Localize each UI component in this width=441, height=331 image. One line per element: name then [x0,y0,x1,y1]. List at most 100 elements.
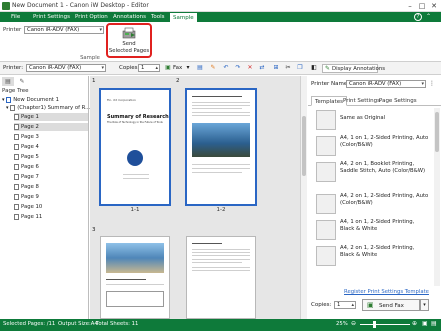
scrollbar-thumb[interactable] [435,112,439,152]
toolbar-copies-label: Copies: [119,65,140,71]
template-item[interactable]: A4, 1 on 1, 2-Sided Printing, Auto (Colo… [316,134,432,158]
p4-line [192,243,222,244]
tree-page-8[interactable]: Page 8 [14,183,39,191]
toolbar-printer-value: Canon iR-ADV (FAX) [29,65,82,71]
send-label-line2: Selected Pages [108,48,150,54]
right-printer-value: Canon iR-ADV (FAX) [349,81,402,87]
highlight-icon[interactable]: ◧ [310,64,318,72]
tree-page-5[interactable]: Page 5 [14,153,39,161]
toolbar-copies-input[interactable]: 1 ▴ [138,64,160,72]
toolbar-fax-label: Fax [173,65,183,71]
thumb-page-3[interactable] [100,236,170,319]
close-button[interactable]: ✕ [428,1,440,11]
fit-page-icon[interactable]: ▣ [422,320,428,327]
send-label-line1: Send [122,41,136,47]
p4-line [192,249,250,250]
insert-icon[interactable]: ⊞ [272,64,280,72]
thumbnail-scrollbar[interactable] [300,76,307,319]
template-item[interactable]: Same as Original [316,108,432,132]
tree-page-9[interactable]: Page 9 [14,193,39,201]
tree-document[interactable]: ▾ New Document 1 [2,96,59,104]
template-label: A4, 1 on 1, 2-Sided Printing, Black & Wh… [340,219,415,232]
p3-table [106,291,164,307]
tree-page-1[interactable]: Page 1 [14,113,88,121]
tree-page-4[interactable]: Page 4 [14,143,39,151]
ribbon-printer-select[interactable]: Canon iR-ADV (FAX) ▾ [24,26,104,34]
menu-file[interactable]: File [8,12,23,22]
template-label: A4, 2 on 1, 2-Sided Printing, Auto (Colo… [340,193,429,206]
booklet-icon [316,162,336,182]
template-item[interactable]: A4, 2 on 1, 2-Sided Printing, Black & Wh… [316,244,432,268]
edit-icon[interactable]: ✎ [209,64,217,72]
template-item[interactable]: A4, 2 on 1, Booklet Printing, Saddle Sti… [316,160,432,184]
template-item[interactable]: A4, 1 on 1, 2-Sided Printing, Black & Wh… [316,218,432,242]
minimize-button[interactable]: – [404,1,416,11]
maximize-button[interactable]: □ [416,1,428,11]
rotate-right-icon[interactable]: ↷ [234,64,242,72]
right-printer-select[interactable]: Canon iR-ADV (FAX) ▾ [346,80,426,88]
thumb-number-1: 1 [92,78,96,84]
tree-page-7[interactable]: Page 7 [14,173,39,181]
printer-properties-icon[interactable]: ⋮ [429,80,435,87]
p2-line [192,108,242,109]
menu-tools[interactable]: Tools [148,12,168,22]
register-template-link[interactable]: Register Print Settings Template [344,289,429,295]
p1-subtitle: The Role of Technology in the Future of … [107,121,163,124]
ribbon-printer-label: Printer [3,27,22,33]
scissors-icon[interactable]: ✂ [284,64,292,72]
document-icon [316,110,336,130]
annotation-list-tab-icon[interactable]: ✎ [16,77,28,86]
spinner-icon: ▴ [155,65,158,71]
tree-page-label: Page 5 [21,154,39,160]
page-setup-icon[interactable]: ▤ [196,64,204,72]
tree-page-10[interactable]: Page 10 [14,203,42,211]
page-icon [14,213,19,220]
send-fax-dropdown-icon[interactable]: ▾ [420,299,429,311]
toolbar-printer-select[interactable]: Canon iR-ADV (FAX) ▾ [26,64,106,72]
copy-icon[interactable]: ❐ [296,64,304,72]
thumb-page-2[interactable] [186,89,256,205]
scrollbar-thumb[interactable] [302,116,306,176]
move-icon[interactable]: ⇄ [258,64,266,72]
menu-print-option[interactable]: Print Option [72,12,111,22]
zoom-slider-thumb[interactable] [373,321,376,328]
templates-scrollbar[interactable] [434,108,440,286]
zoom-slider[interactable] [360,324,410,325]
menu-print-settings[interactable]: Print Settings [30,12,73,22]
zoom-out-icon[interactable]: ⊖ [351,320,356,327]
tree-page-11[interactable]: Page 11 [14,213,42,221]
page-icon [14,133,19,140]
thumb-page-1[interactable]: Fin. XX Corporation Summary of Research … [100,89,170,205]
settings-tabs: Templates Print Settings Page Settings [308,96,441,106]
chevron-down-icon[interactable]: ▾ [184,64,192,72]
display-annotations-button[interactable]: ✎ Display Annotations [322,64,385,73]
right-copies-input[interactable]: 1 ▴ [334,301,356,309]
menu-sample[interactable]: Sample [169,12,198,22]
tree-page-6[interactable]: Page 6 [14,163,39,171]
p2-line [192,102,250,103]
ribbon-collapse-icon[interactable]: ⌃ [426,13,431,20]
zoom-in-icon[interactable]: ⊕ [412,320,417,327]
menu-annotations[interactable]: Annotations [110,12,149,22]
fit-width-icon[interactable]: ▤ [431,320,437,327]
help-icon[interactable]: ? [414,13,422,21]
duplex-2on1-icon [316,194,336,214]
status-total-sheets: Total Sheets: 11 [96,321,139,327]
spinner-icon: ▴ [351,302,354,308]
fax-icon[interactable]: ▣ [164,64,172,72]
thumb-page-4[interactable] [186,236,256,319]
rotate-left-icon[interactable]: ↶ [222,64,230,72]
chevron-down-icon: ▾ [421,81,424,87]
page-tree-tab-icon[interactable]: ▤ [2,77,14,86]
send-fax-button[interactable]: ▣ Send Fax [362,299,420,311]
tree-page-2[interactable]: Page 2 [14,123,88,131]
tab-page-settings[interactable]: Page Settings [376,96,420,106]
page-icon [14,163,19,170]
tree-page-3[interactable]: Page 3 [14,133,39,141]
send-selected-pages-button[interactable]: Send Selected Pages [106,23,152,58]
thumb-caption-2: 1-2 [216,207,226,213]
delete-icon[interactable]: ✕ [246,64,254,72]
p4-line [192,262,242,263]
tree-chapter[interactable]: ▾ (Chapter1) Summary of R... [6,104,90,112]
template-item[interactable]: A4, 2 on 1, 2-Sided Printing, Auto (Colo… [316,192,432,216]
